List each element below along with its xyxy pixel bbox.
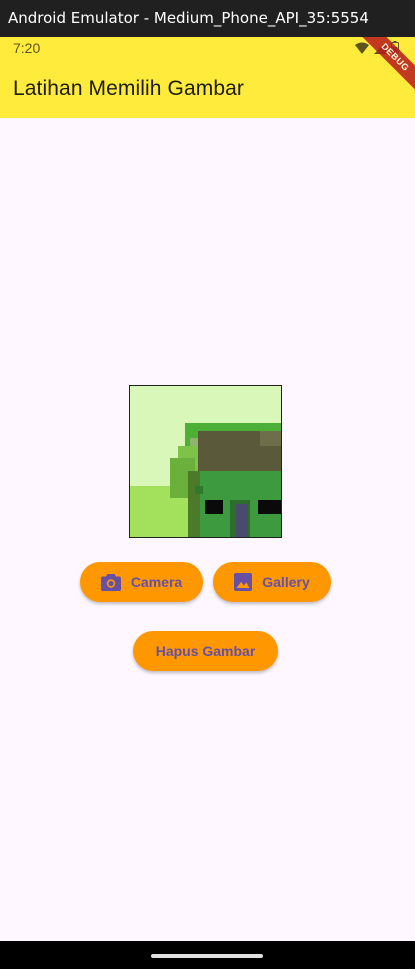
gallery-button[interactable]: Gallery	[213, 562, 331, 602]
hapus-gambar-button[interactable]: Hapus Gambar	[133, 631, 278, 671]
hapus-gambar-button-label: Hapus Gambar	[155, 643, 256, 659]
image-preview	[129, 385, 282, 538]
gesture-handle[interactable]	[151, 954, 263, 958]
image-icon	[234, 573, 253, 591]
camera-button-label: Camera	[130, 574, 183, 590]
navigation-bar	[0, 941, 415, 969]
camera-icon	[100, 574, 121, 591]
window-title-bar: Android Emulator - Medium_Phone_API_35:5…	[0, 0, 415, 37]
app-bar: 7:20 Latihan Memilih Gambar DEBUG	[0, 37, 415, 118]
status-time: 7:20	[13, 40, 41, 56]
camera-button[interactable]: Camera	[80, 562, 203, 602]
gallery-button-label: Gallery	[262, 574, 310, 590]
window-title: Android Emulator - Medium_Phone_API_35:5…	[8, 9, 369, 27]
app-bar-title: Latihan Memilih Gambar	[13, 77, 244, 100]
emulator-window: Android Emulator - Medium_Phone_API_35:5…	[0, 0, 415, 969]
preview-pixel-art	[130, 386, 281, 537]
wifi-icon	[355, 42, 369, 54]
